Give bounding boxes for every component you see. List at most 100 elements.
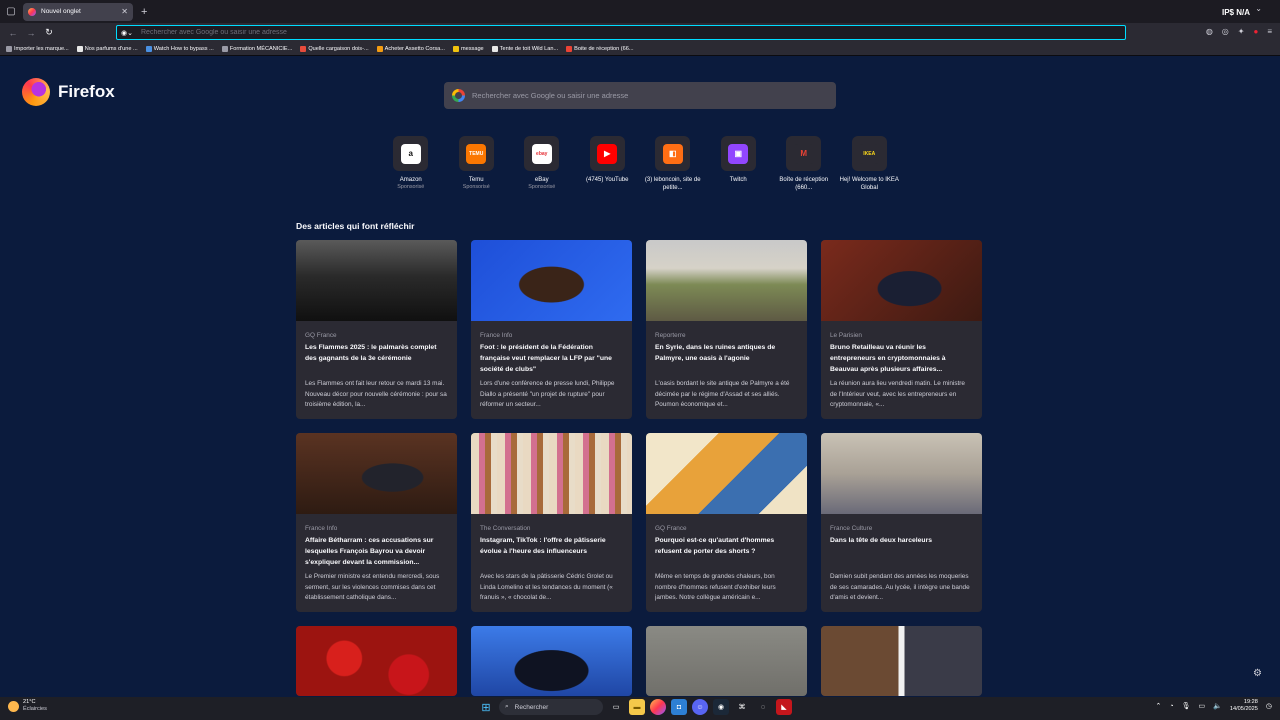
network-icon[interactable]: ◔ — [1169, 703, 1173, 710]
shortcut-tile[interactable]: ◧ (3) leboncoin, site de petite... — [640, 136, 706, 192]
tab-list-icon[interactable]: ▢ — [0, 1, 22, 23]
chevron-up-icon[interactable]: ⌃ — [1156, 702, 1162, 710]
weather-desc: Éclaircies — [23, 706, 47, 712]
bookmark-item[interactable]: Quelle cargaison dois-... — [300, 45, 369, 52]
article-card[interactable]: France Culture Dans la tête de deux harc… — [821, 433, 982, 612]
bookmark-label: Watch How to bypass ... — [153, 45, 214, 52]
close-tab-icon[interactable]: ✕ — [121, 7, 128, 16]
bookmark-item[interactable]: message — [452, 45, 484, 52]
taskbar-search-label: Rechercher — [514, 703, 549, 711]
article-card[interactable]: Le Parisien Bruno Retailleau va réunir l… — [821, 240, 982, 419]
weather-temp: 21°C — [23, 699, 36, 705]
bookmark-label: message — [460, 45, 484, 52]
bookmark-item[interactable]: Watch How to bypass ... — [145, 45, 214, 52]
app-icon[interactable]: ⌘ — [734, 699, 750, 715]
taskbar-search[interactable]: ⌕ Rechercher — [499, 699, 603, 715]
back-icon[interactable]: ← — [4, 28, 22, 38]
shortcut-tile[interactable]: ▶ (4745) YouTube — [575, 136, 641, 192]
article-card[interactable] — [646, 626, 807, 696]
ikea-icon: IKEA — [859, 143, 880, 164]
reload-icon[interactable]: ↻ — [40, 27, 58, 38]
extension-red-icon[interactable]: ● — [1253, 27, 1258, 36]
start-icon[interactable]: ⊞ — [478, 699, 494, 715]
article-card[interactable]: The Conversation Instagram, TikTok : l'o… — [471, 433, 632, 612]
notification-icon[interactable]: ◷ — [1266, 702, 1272, 710]
article-card[interactable]: Reporterre En Syrie, dans les ruines ant… — [646, 240, 807, 419]
article-image — [646, 626, 807, 696]
shortcut-title: Boîte de réception (660... — [779, 177, 829, 191]
bookmark-item[interactable]: Boite de réception (66... — [566, 45, 634, 52]
article-image — [646, 240, 807, 321]
new-tab-button[interactable]: + — [141, 6, 147, 18]
brand-name: Firefox — [58, 82, 115, 101]
bookmark-item[interactable]: Importer les marque... — [6, 45, 69, 52]
store-icon[interactable]: ◘ — [671, 699, 687, 715]
bookmark-label: Tente de toit Wild Lan... — [499, 45, 559, 52]
search-box[interactable] — [444, 82, 836, 109]
search-input[interactable] — [472, 91, 836, 100]
clock[interactable]: 19:28 14/05/2025 — [1230, 699, 1258, 713]
weather-widget[interactable]: 21°C Éclaircies — [8, 699, 47, 713]
article-card[interactable] — [821, 626, 982, 696]
bookmark-item[interactable]: Tente de toit Wild Lan... — [491, 45, 559, 52]
article-title: Affaire Bétharram : ces accusations sur … — [305, 537, 434, 566]
search-engine-icon[interactable]: ◉⌄ — [121, 29, 141, 37]
shortcut-tile[interactable]: a Amazon Sponsorisé — [378, 136, 444, 192]
volume-icon[interactable]: 🔈 — [1213, 702, 1222, 710]
tab-strip: ▢ Nouvel onglet ✕ + ⌄ IP$ N/A — [0, 0, 1280, 23]
display-icon[interactable]: ▭ — [1199, 702, 1206, 710]
bookmark-label: Quelle cargaison dois-... — [308, 45, 369, 52]
article-source: France Info — [480, 332, 513, 339]
microphone-icon[interactable]: 🎙 — [1182, 702, 1191, 710]
article-card[interactable]: GQ France Pourquoi est-ce qu'autant d'ho… — [646, 433, 807, 612]
firefox-taskbar-icon[interactable] — [650, 699, 666, 715]
app-icon-2[interactable]: ◌ — [755, 699, 771, 715]
bookmark-item[interactable]: Acheter Assetto Corsa... — [376, 45, 445, 52]
article-source: France Culture — [830, 525, 873, 532]
task-view-icon[interactable]: ▭ — [608, 699, 624, 715]
list-all-tabs-icon[interactable]: ⌄ — [1255, 4, 1262, 13]
article-excerpt: L'oasis bordant le site antique de Palmy… — [655, 380, 790, 408]
menu-icon[interactable]: ≡ — [1267, 27, 1272, 36]
shortcut-tile[interactable]: TEMU Temu Sponsorisé — [444, 136, 510, 192]
shortcut-title: Amazon — [399, 177, 422, 183]
gear-icon[interactable]: ⚙ — [1253, 668, 1262, 679]
article-source: The Conversation — [480, 525, 531, 532]
article-card[interactable]: France Info Foot : le président de la Fé… — [471, 240, 632, 419]
navigation-bar: ← → ↻ ◉⌄ ◍ ◎ ✦ ● ≡ — [0, 23, 1280, 42]
forward-icon[interactable]: → — [22, 28, 40, 38]
pocket-icon[interactable]: ◍ — [1206, 27, 1213, 36]
clock-date: 14/05/2025 — [1229, 706, 1258, 712]
shortcut-tile[interactable]: ebay eBay Sponsorisé — [509, 136, 575, 192]
bookmark-item[interactable]: Nos parfums d'une ... — [76, 45, 138, 52]
article-image — [471, 240, 632, 321]
article-image — [296, 240, 457, 321]
shortcut-tile[interactable]: ▣ Twitch — [706, 136, 772, 192]
bookmark-icon — [491, 45, 498, 52]
article-card[interactable] — [471, 626, 632, 696]
shortcut-tile[interactable]: M Boîte de réception (660... — [771, 136, 837, 192]
bookmark-icon — [566, 45, 573, 52]
article-card[interactable] — [296, 626, 457, 696]
url-bar[interactable]: ◉⌄ — [116, 25, 1126, 40]
weather-icon — [8, 700, 19, 712]
bookmark-label: Formation MÉCANICIE... — [229, 45, 293, 52]
shortcut-tile[interactable]: IKEA Hej! Welcome to IKEA Global — [837, 136, 903, 192]
article-title: Instagram, TikTok : l'offre de pâtisseri… — [480, 537, 606, 555]
app-icon-3[interactable]: ◣ — [776, 699, 792, 715]
tab-new-tab[interactable]: Nouvel onglet ✕ — [23, 2, 133, 21]
bookmark-item[interactable]: Formation MÉCANICIE... — [221, 45, 293, 52]
extensions-icon[interactable]: ✦ — [1238, 27, 1245, 36]
file-explorer-icon[interactable]: ▬ — [629, 699, 645, 715]
steam-icon[interactable]: ◉ — [713, 699, 729, 715]
url-input[interactable] — [141, 29, 1125, 36]
article-card[interactable]: GQ France Les Flammes 2025 : le palmarès… — [296, 240, 457, 419]
account-icon[interactable]: ◎ — [1222, 27, 1229, 36]
shortcut-sponsored: Sponsorisé — [462, 184, 490, 190]
article-card[interactable]: France Info Affaire Bétharram : ces accu… — [296, 433, 457, 612]
bookmark-icon — [452, 45, 459, 52]
discord-icon[interactable]: ☺ — [692, 699, 708, 715]
article-image — [821, 626, 982, 696]
article-excerpt: La réunion aura lieu vendredi matin. Le … — [830, 380, 965, 408]
article-source: Le Parisien — [830, 332, 862, 339]
